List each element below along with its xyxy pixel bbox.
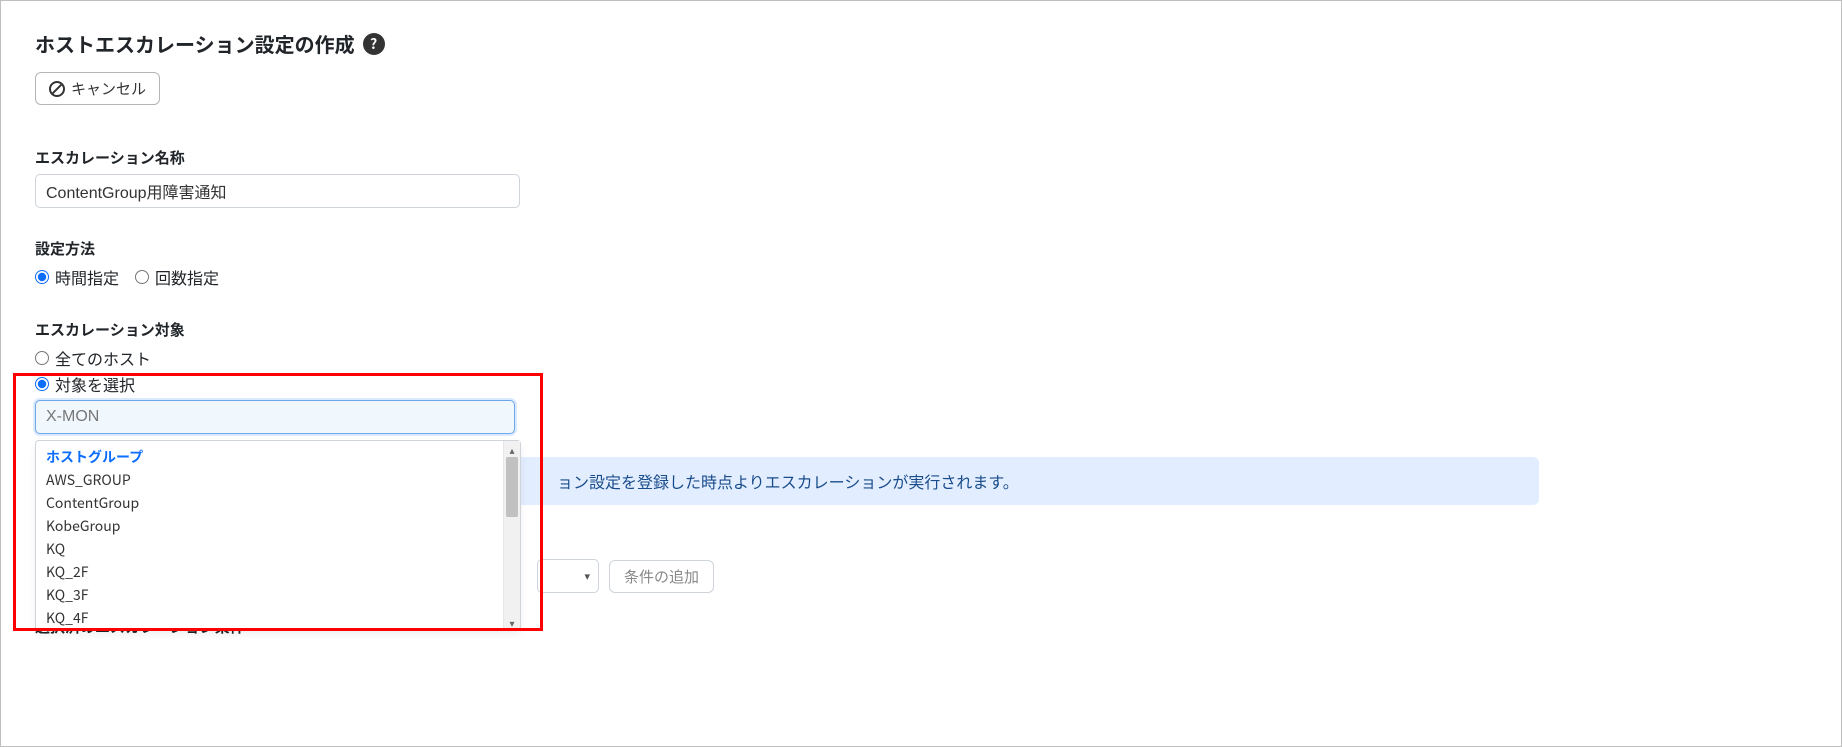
condition-select[interactable]: ▾ xyxy=(537,559,599,593)
target-radio-group: 全てのホスト 対象を選択 xyxy=(35,346,1807,396)
dropdown-group-header: ホストグループ xyxy=(36,441,503,469)
method-section-label: 設定方法 xyxy=(35,238,1807,259)
method-radio-count[interactable]: 回数指定 xyxy=(135,265,219,289)
target-radio-all-label: 全てのホスト xyxy=(55,346,151,370)
add-condition-label: 条件の追加 xyxy=(624,566,699,587)
target-radio-select-label: 対象を選択 xyxy=(55,372,135,396)
method-radio-count-label: 回数指定 xyxy=(155,265,219,289)
scroll-thumb[interactable] xyxy=(506,457,518,517)
target-radio-all-input[interactable] xyxy=(35,351,49,365)
target-section-label: エスカレーション対象 xyxy=(35,319,1807,340)
chevron-down-icon: ▾ xyxy=(584,568,590,584)
page-title: ホストエスカレーション設定の作成 xyxy=(35,29,355,58)
dropdown-item[interactable]: KobeGroup xyxy=(36,515,503,538)
add-condition-button[interactable]: 条件の追加 xyxy=(609,560,714,593)
escalation-name-input[interactable] xyxy=(35,174,520,208)
method-radio-time-input[interactable] xyxy=(35,270,49,284)
method-radio-count-input[interactable] xyxy=(135,270,149,284)
name-section-label: エスカレーション名称 xyxy=(35,147,1807,168)
dropdown-item[interactable]: AWS_GROUP xyxy=(36,469,503,492)
method-radio-group: 時間指定 回数指定 xyxy=(35,265,1807,289)
target-combobox-input[interactable] xyxy=(35,400,515,434)
dropdown-item[interactable]: KQ_2F xyxy=(36,561,503,584)
target-radio-all-hosts[interactable]: 全てのホスト xyxy=(35,346,1807,370)
cancel-label: キャンセル xyxy=(71,78,146,99)
dropdown-item[interactable]: KQ xyxy=(36,538,503,561)
target-dropdown[interactable]: ホストグループ AWS_GROUP ContentGroup KobeGroup… xyxy=(35,440,521,631)
scroll-down-icon[interactable]: ▾ xyxy=(504,614,520,630)
dropdown-scrollbar[interactable]: ▴ ▾ xyxy=(503,441,520,630)
cancel-button[interactable]: キャンセル xyxy=(35,72,160,105)
dropdown-item[interactable]: KQ_3F xyxy=(36,584,503,607)
cancel-icon xyxy=(49,81,65,97)
method-radio-time[interactable]: 時間指定 xyxy=(35,265,119,289)
dropdown-item[interactable]: ContentGroup xyxy=(36,492,503,515)
method-radio-time-label: 時間指定 xyxy=(55,265,119,289)
scroll-up-icon[interactable]: ▴ xyxy=(504,441,520,457)
dropdown-item[interactable]: KQ_4F xyxy=(36,607,503,630)
target-radio-select-input[interactable] xyxy=(35,377,49,391)
target-radio-select[interactable]: 対象を選択 xyxy=(35,372,1807,396)
help-icon[interactable]: ? xyxy=(363,33,385,55)
page-title-row: ホストエスカレーション設定の作成 ? xyxy=(35,29,1807,58)
